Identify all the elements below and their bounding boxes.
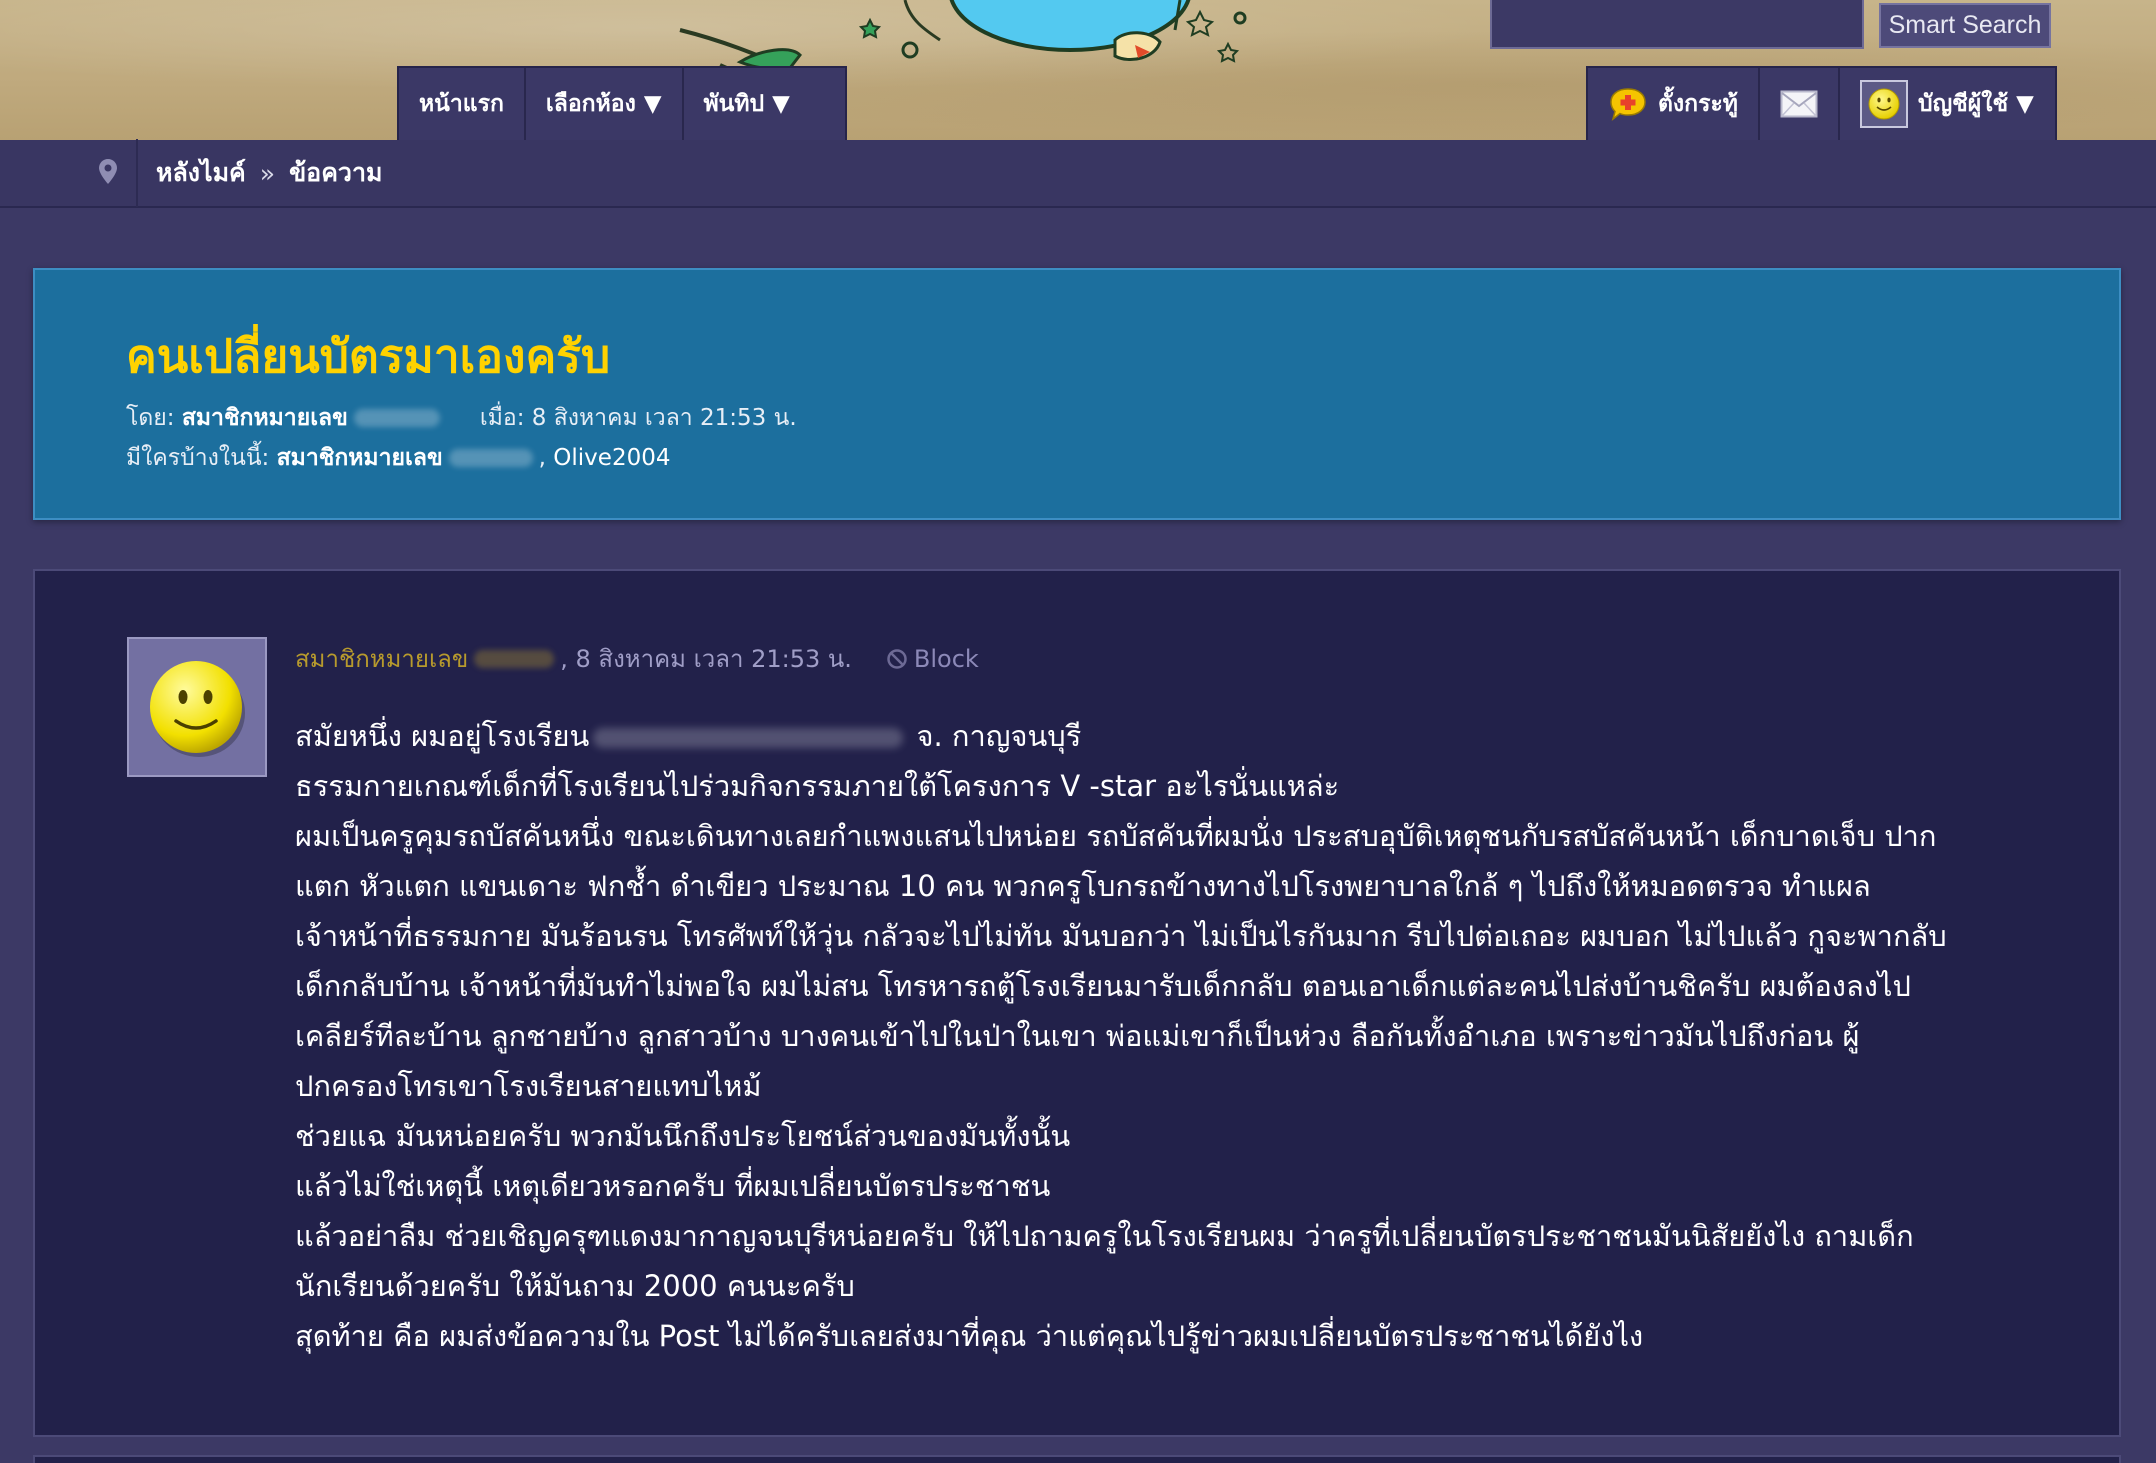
post-author-link[interactable]: สมาชิกหมายเลข xyxy=(295,639,468,678)
search-input[interactable] xyxy=(1490,0,1864,49)
by-label: โดย: xyxy=(126,405,175,431)
redacted-member-id xyxy=(474,649,555,668)
block-label: Block xyxy=(913,644,979,673)
breadcrumb: หลังไมค์ » ข้อความ xyxy=(0,139,2156,208)
new-post-icon xyxy=(1610,88,1646,121)
post-line: ธรรมกายเกณฑ์เด็กที่โรงเรียนไปร่วมกิจกรรม… xyxy=(295,769,1340,803)
smart-search-button[interactable]: Smart Search xyxy=(1879,3,2051,48)
post-line: แตก หัวแตก แขนเดาะ ฟกช้ำ ดำเขียว ประมาณ … xyxy=(295,869,1871,903)
participant-link-1[interactable]: สมาชิกหมายเลข xyxy=(277,440,443,476)
block-button[interactable]: Block xyxy=(886,645,979,673)
message-post: สมาชิกหมายเลข , 8 สิงหาคม เวลา 21:53 น. … xyxy=(33,569,2121,1437)
post-text: จ. กาญจนบุรี xyxy=(907,719,1082,753)
breadcrumb-icon-wrap xyxy=(0,139,138,207)
post-line: แล้วอย่าลืม ช่วยเชิญครุฑแดงมากาญจนบุรีหน… xyxy=(295,1219,1914,1253)
date-label: เมื่อ: xyxy=(479,405,525,431)
smiley-icon xyxy=(150,661,245,757)
post-line: เคลียร์ทีละบ้าน ลูกชายบ้าง ลูกสาวบ้าง บา… xyxy=(295,1019,1860,1053)
topic-title: คนเปลี่ยนบัตรมาเองครับ xyxy=(126,329,611,383)
post-body: สมัยหนึ่ง ผมอยู่โรงเรียน จ. กาญจนบุรี ธร… xyxy=(295,711,2085,1361)
post-line: เจ้าหน้าที่ธรรมกาย มันร้อนรน โทรศัพท์ให้… xyxy=(295,919,1947,953)
breadcrumb-separator: » xyxy=(259,158,276,188)
post-line: แล้วไม่ใช่เหตุนี้ เหตุเดียวหรอกครับ ที่ผ… xyxy=(295,1169,1051,1203)
account-menu[interactable]: บัญชีผู้ใช้ ▼ xyxy=(1837,68,2054,140)
topic-header: คนเปลี่ยนบัตรมาเองครับ โดย: สมาชิกหมายเล… xyxy=(33,268,2121,520)
nav-select-room[interactable]: เลือกห้อง ▼ xyxy=(526,68,684,140)
messages-button[interactable] xyxy=(1757,68,1838,140)
account-menu-label: บัญชีผู้ใช้ ▼ xyxy=(1917,91,2034,117)
topic-date: 8 สิงหาคม เวลา 21:53 น. xyxy=(531,405,797,431)
post-text: สมัยหนึ่ง ผมอยู่โรงเรียน xyxy=(295,719,590,753)
user-avatar xyxy=(1859,80,1908,128)
redacted-member-id xyxy=(353,409,440,427)
nav-pantip[interactable]: พันทิป ▼ xyxy=(684,68,810,140)
block-icon xyxy=(887,648,907,669)
participant-separator: , xyxy=(538,445,554,471)
post-line: ปกครองโทรเขาโรงเรียนสายแทบไหม้ xyxy=(295,1069,762,1103)
participants: มีใครบ้างในนี้: สมาชิกหมายเลข , Olive200… xyxy=(126,440,670,476)
redacted-school-name xyxy=(593,728,904,748)
user-nav: ตั้งกระทู้ บัญชีผู้ใช้ ▼ xyxy=(1586,66,2057,140)
post-line: ผมเป็นครูคุมรถบัสคันหนึ่ง ขณะเดินทางเลยก… xyxy=(295,819,1937,853)
next-post-panel xyxy=(33,1455,2121,1463)
post-meta: สมาชิกหมายเลข , 8 สิงหาคม เวลา 21:53 น. … xyxy=(295,639,979,678)
topic-meta: โดย: สมาชิกหมายเลข เมื่อ: 8 สิงหาคม เวลา… xyxy=(126,400,797,436)
new-post-button[interactable]: ตั้งกระทู้ xyxy=(1588,68,1758,140)
main-nav: หน้าแรก เลือกห้อง ▼ พันทิป ▼ xyxy=(397,66,847,140)
post-avatar[interactable] xyxy=(127,637,267,777)
topic-author-link[interactable]: สมาชิกหมายเลข xyxy=(182,400,348,436)
breadcrumb-item-backmic[interactable]: หลังไมค์ xyxy=(156,153,246,193)
post-line: ช่วยแฉ มันหน่อยครับ พวกมันนึกถึงประโยชน์… xyxy=(295,1119,1071,1153)
post-line: เด็กกลับบ้าน เจ้าหน้าที่มันทำไม่พอใจ ผมไ… xyxy=(295,969,1911,1003)
participant-link-2[interactable]: Olive2004 xyxy=(553,445,670,471)
breadcrumb-trail: หลังไมค์ » ข้อความ xyxy=(138,153,382,193)
post-line: สุดท้าย คือ ผมส่งข้อความใน Post ไม่ได้คร… xyxy=(295,1319,1644,1353)
breadcrumb-item-messages[interactable]: ข้อความ xyxy=(289,153,382,193)
map-pin-icon xyxy=(99,159,117,184)
new-post-label: ตั้งกระทู้ xyxy=(1658,91,1738,117)
post-date: , 8 สิงหาคม เวลา 21:53 น. xyxy=(560,645,852,673)
post-line: สมัยหนึ่ง ผมอยู่โรงเรียน จ. กาญจนบุรี xyxy=(295,711,2085,761)
redacted-member-id xyxy=(448,449,533,467)
nav-home[interactable]: หน้าแรก xyxy=(399,68,526,140)
smiley-icon xyxy=(1868,88,1900,120)
mail-icon xyxy=(1780,90,1818,118)
participants-label: มีใครบ้างในนี้: xyxy=(126,445,270,471)
header-banner: Smart Search หน้าแรก เลือกห้อง ▼ พันทิป … xyxy=(0,0,2156,140)
post-line: นักเรียนด้วยครับ ให้มันถาม 2000 คนนะครับ xyxy=(295,1269,855,1303)
